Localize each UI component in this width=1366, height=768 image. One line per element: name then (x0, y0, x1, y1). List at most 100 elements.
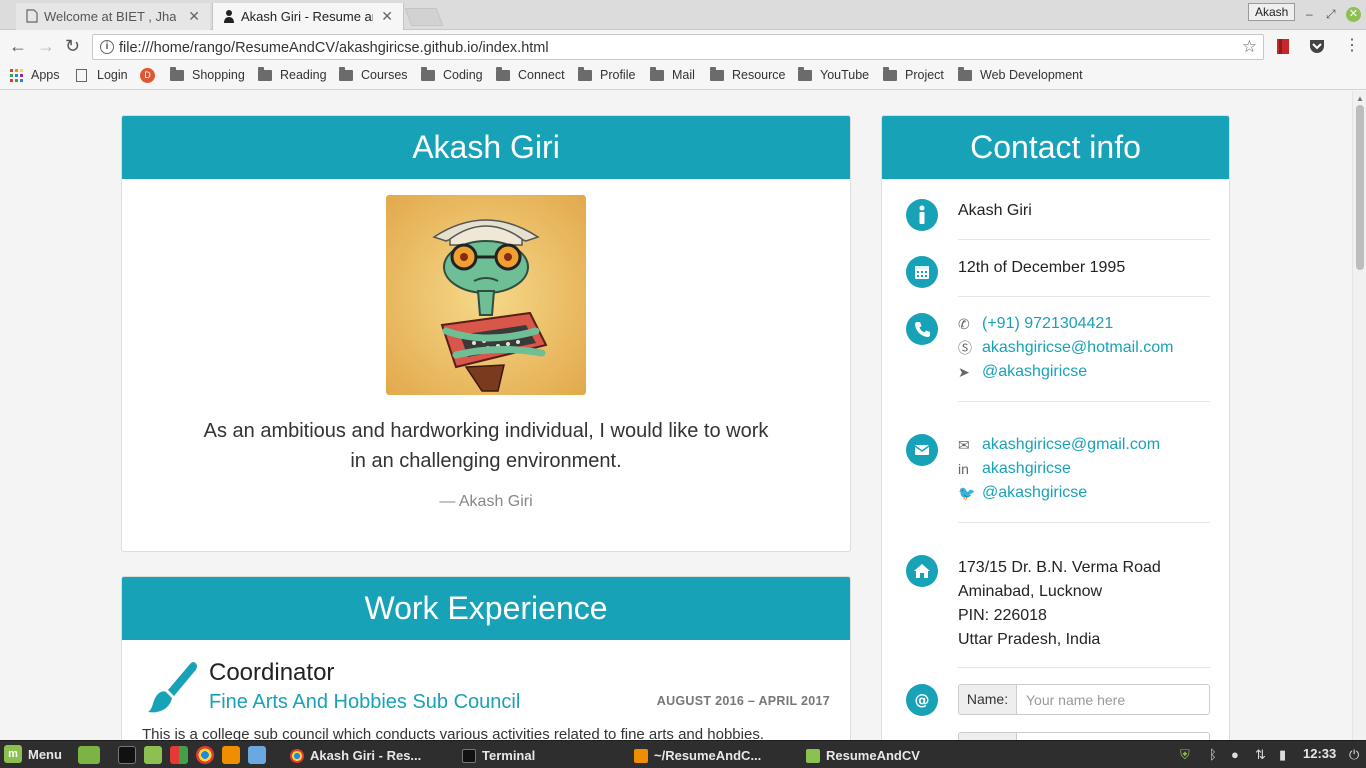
tab-biet[interactable]: Welcome at BIET , Jhans ✕ (16, 3, 210, 30)
address-line: PIN: 226018 (958, 607, 1047, 624)
bookmark-folder-profile[interactable]: Profile (578, 66, 635, 82)
bookmark-folder-mail[interactable]: Mail (650, 66, 695, 82)
forward-arrow-icon[interactable]: → (37, 37, 55, 55)
divider (958, 667, 1210, 668)
clock[interactable]: 12:33 (1303, 746, 1336, 761)
bookmark-label: Courses (361, 68, 408, 82)
skype-link[interactable]: akashgiricse@hotmail.com (982, 336, 1173, 360)
contact-linkedin[interactable]: in akashgiricse (958, 457, 1071, 481)
start-menu-button[interactable]: m Menu (4, 745, 62, 763)
contact-phone[interactable]: ✆ (+91) 9721304421 (958, 312, 1113, 336)
envelope-icon (906, 434, 938, 466)
window-close-icon[interactable]: ✕ (1346, 7, 1361, 22)
bluetooth-icon[interactable]: ᛒ (1209, 747, 1217, 762)
restore-icon[interactable]: ⤢ (1326, 7, 1336, 22)
bookmark-duckduckgo[interactable]: D (140, 68, 155, 83)
chrome-launcher-icon[interactable] (196, 746, 214, 764)
bookmark-folder-web-development[interactable]: Web Development (958, 66, 1083, 82)
next-field-label (959, 733, 1017, 740)
scrollbar-thumb[interactable] (1356, 105, 1364, 270)
bookmark-folder-resource[interactable]: Resource (710, 66, 786, 82)
power-icon[interactable]: ⏻ (1349, 747, 1359, 763)
twitter-link[interactable]: @akashgiricse (982, 481, 1087, 505)
tab-akash-giri[interactable]: Akash Giri - Resume and ✕ (212, 3, 404, 30)
divider (958, 296, 1210, 297)
divider (958, 239, 1210, 240)
close-icon[interactable]: ✕ (381, 8, 393, 25)
menu-kebab-icon[interactable]: ⋮ (1344, 37, 1360, 55)
bookmark-label: Apps (31, 68, 60, 82)
bookmarks-extension-icon[interactable] (1276, 38, 1290, 55)
url-text[interactable]: file:///home/rango/ResumeAndCV/akashgiri… (119, 40, 549, 56)
contact-skype[interactable]: Ⓢakashgiricse@hotmail.com (958, 336, 1173, 360)
back-arrow-icon[interactable]: ← (9, 37, 27, 55)
profile-button[interactable]: Akash (1248, 3, 1296, 21)
network-icon[interactable]: ⇅ (1255, 747, 1266, 763)
sublime-launcher-icon[interactable] (222, 746, 240, 764)
screenshot-launcher-icon[interactable] (248, 746, 266, 764)
page-scrollbar[interactable]: ▲ (1352, 91, 1366, 740)
task-terminal[interactable]: Terminal (462, 745, 535, 766)
person-icon (224, 10, 234, 23)
reload-icon[interactable]: ↻ (65, 37, 80, 55)
paint-brush-icon (148, 662, 197, 713)
folder-icon (258, 66, 272, 81)
bookmark-folder-coding[interactable]: Coding (421, 66, 483, 82)
folder-icon (798, 66, 812, 81)
sublime-icon (634, 748, 648, 763)
folder-icon (339, 66, 353, 81)
folder-icon (806, 748, 820, 763)
battery-icon[interactable]: ▮ (1279, 747, 1286, 763)
job-organization[interactable]: Fine Arts And Hobbies Sub Council (209, 691, 520, 714)
email-link[interactable]: akashgiricse@gmail.com (982, 433, 1160, 457)
page-viewport: Akash Giri As an ambitious and hardworki… (0, 91, 1352, 740)
task-chrome[interactable]: Akash Giri - Res... (290, 745, 421, 766)
terminal-launcher-icon[interactable] (118, 746, 136, 764)
os-taskbar: m Menu Akash Giri - Res... Terminal ~/Re… (0, 740, 1366, 768)
twitter-icon: 🐦 (958, 485, 976, 501)
user-icon[interactable]: ● (1231, 747, 1239, 762)
address-bar[interactable]: i file:///home/rango/ResumeAndCV/akashgi… (92, 34, 1264, 60)
bookmark-folder-shopping[interactable]: Shopping (170, 66, 245, 82)
app-grid-launcher-icon[interactable] (170, 746, 188, 764)
bookmark-folder-courses[interactable]: Courses (339, 66, 408, 82)
bookmark-folder-project[interactable]: Project (883, 66, 944, 82)
bookmark-login[interactable]: Login (76, 68, 128, 82)
folder-icon (650, 66, 664, 81)
folder-icon (883, 66, 897, 81)
home-icon (906, 555, 938, 587)
duckduckgo-icon: D (140, 68, 155, 83)
contact-email[interactable]: ✉ akashgiricse@gmail.com (958, 433, 1160, 457)
contact-telegram[interactable]: ➤ @akashgiricse (958, 360, 1087, 384)
task-files[interactable]: ResumeAndCV (806, 745, 920, 766)
new-tab-button[interactable] (404, 8, 444, 26)
show-desktop-icon[interactable] (78, 746, 100, 764)
folder-icon (170, 66, 184, 81)
phone-icon (906, 313, 938, 345)
bookmark-star-icon[interactable]: ☆ (1242, 37, 1257, 57)
scroll-up-icon[interactable]: ▲ (1356, 94, 1364, 103)
contact-info-heading: Contact info (882, 116, 1229, 179)
next-field-group[interactable] (958, 732, 1210, 740)
pocket-icon[interactable] (1308, 38, 1326, 55)
bookmark-folder-youtube[interactable]: YouTube (798, 66, 869, 82)
contact-twitter[interactable]: 🐦 @akashgiricse (958, 481, 1087, 505)
shield-icon[interactable]: ⛨ (1180, 747, 1190, 763)
contact-info-card: Contact info Akash Giri 12th of December… (881, 115, 1230, 740)
name-input[interactable] (1017, 685, 1209, 714)
bookmark-folder-connect[interactable]: Connect (496, 66, 565, 82)
close-icon[interactable]: ✕ (188, 8, 200, 25)
bookmark-folder-reading[interactable]: Reading (258, 66, 327, 82)
contact-address: 173/15 Dr. B.N. Verma Road Aminabad, Luc… (958, 556, 1161, 652)
bookmark-apps[interactable]: Apps (10, 68, 60, 82)
minimize-icon[interactable]: – (1306, 7, 1313, 21)
task-sublime[interactable]: ~/ResumeAndC... (634, 745, 761, 766)
linkedin-link[interactable]: akashgiricse (982, 457, 1071, 481)
files-launcher-icon[interactable] (144, 746, 162, 764)
telegram-link[interactable]: @akashgiricse (982, 360, 1087, 384)
next-input[interactable] (1017, 733, 1209, 740)
phone-link[interactable]: (+91) 9721304421 (982, 312, 1113, 336)
task-label: Akash Giri - Res... (310, 748, 422, 763)
name-field-group: Name: (958, 684, 1210, 715)
info-icon[interactable]: i (100, 40, 114, 54)
